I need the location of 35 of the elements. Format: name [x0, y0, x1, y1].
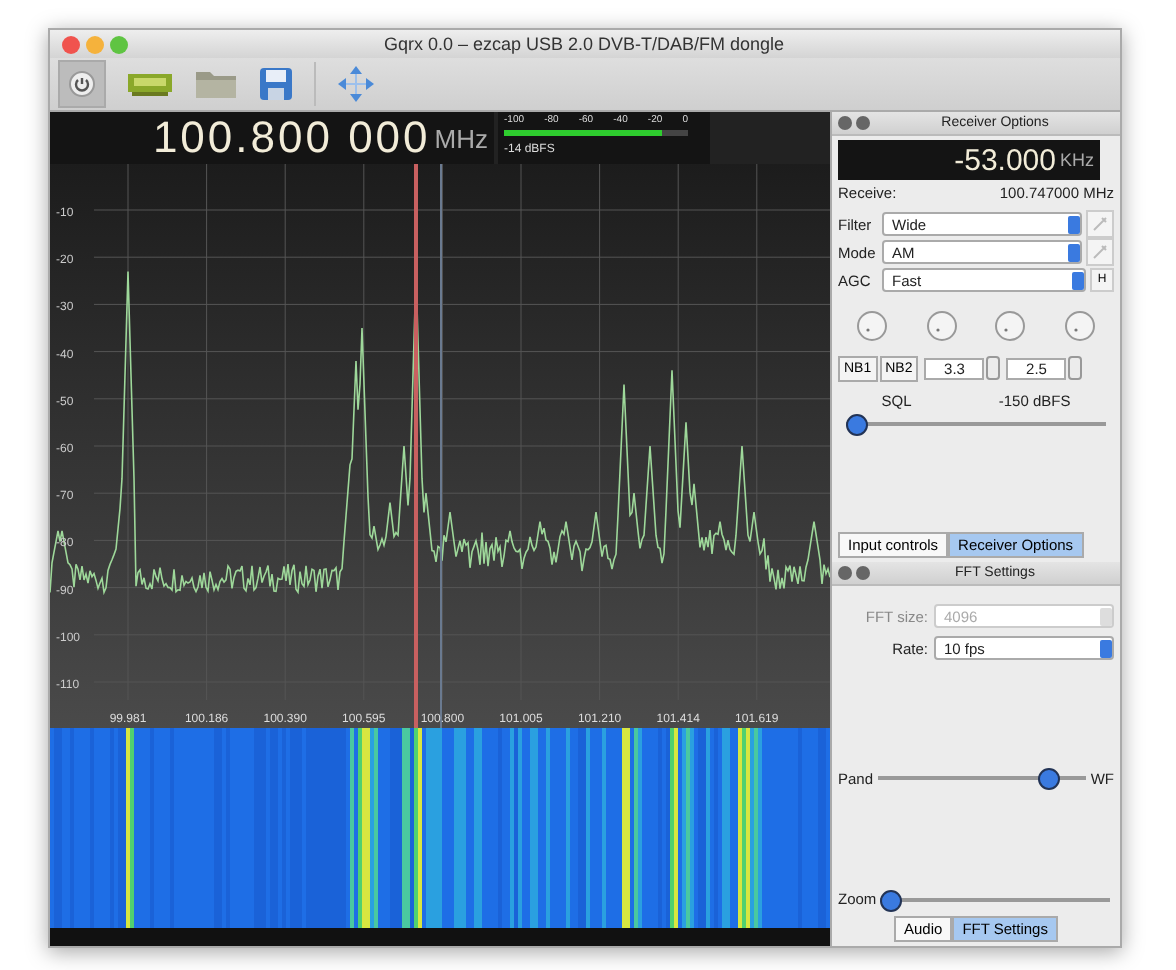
- move-arrows-icon[interactable]: [336, 64, 376, 104]
- frequency-unit: MHz: [434, 123, 488, 153]
- tool-icon: [1092, 216, 1108, 232]
- save-icon[interactable]: [258, 66, 294, 102]
- minimize-button[interactable]: [86, 35, 104, 53]
- tool-button[interactable]: [1086, 210, 1114, 238]
- folder-icon[interactable]: [194, 68, 238, 100]
- knob-icon[interactable]: [856, 310, 889, 342]
- stepper-icon[interactable]: [1068, 356, 1083, 380]
- frequency-display[interactable]: 100.800 000 MHz: [50, 112, 494, 164]
- split-slider-thumb[interactable]: [1038, 768, 1061, 790]
- tool-button[interactable]: [1086, 238, 1114, 266]
- knob-icon[interactable]: [994, 310, 1027, 342]
- offset-display[interactable]: -53.000 KHz: [838, 140, 1100, 180]
- power-icon: [68, 70, 96, 98]
- offset-value: -53.000: [954, 143, 1056, 177]
- tool-icon: [1092, 244, 1108, 260]
- stepper-icon[interactable]: [986, 356, 1001, 380]
- frequency-value: 100.800 000: [152, 112, 431, 164]
- window-title: Gqrx 0.0 – ezcap USB 2.0 DVB-T/DAB/FM dongle: [381, 34, 787, 54]
- dock-float-button[interactable]: [856, 566, 870, 580]
- frequency-marker[interactable]: [414, 164, 418, 728]
- offset-unit: KHz: [1059, 150, 1094, 170]
- dock-float-button[interactable]: [856, 116, 870, 130]
- knob-icon[interactable]: [925, 310, 958, 342]
- zoom-button[interactable]: [110, 35, 128, 53]
- squelch-slider-thumb[interactable]: [846, 414, 868, 436]
- close-button[interactable]: [62, 35, 80, 53]
- knob-icon[interactable]: [1063, 310, 1096, 342]
- dock-close-button[interactable]: [838, 116, 852, 130]
- dock-close-button[interactable]: [838, 566, 852, 580]
- waterfall-drawing[interactable]: [50, 728, 830, 928]
- power-button[interactable]: [58, 60, 106, 108]
- zoom-slider-thumb[interactable]: [880, 889, 903, 911]
- hardware-card-icon[interactable]: [126, 70, 174, 98]
